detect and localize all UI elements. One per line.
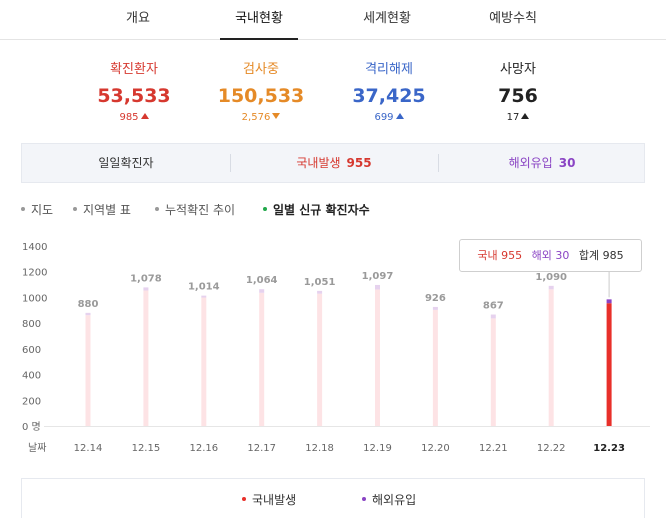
stat-testing-label: 검사중 [243,62,279,77]
arrow-up-icon [140,113,149,119]
bar-domestic [548,289,554,426]
bullet-icon [73,207,77,211]
bar-domestic [432,309,438,426]
bar-overseas [490,314,496,319]
stat-confirmed-value: 53,533 [97,85,171,107]
x-tick-label: 12.23 [593,443,625,454]
arrow-up-icon [521,113,530,119]
daily-overseas: 해외유입 30 [508,156,576,170]
subnav-daily-new[interactable]: 일별 신규 확진자수 [263,202,370,218]
x-tick-label: 12.21 [479,443,508,454]
y-tick-label: 200 [22,396,41,407]
bar-overseas [548,285,554,290]
bar-overseas [143,287,149,291]
legend-dot-icon [242,497,246,501]
tab-overview[interactable]: 개요 [108,0,168,40]
y-tick-label: 1400 [22,242,47,253]
stat-released: 격리해제 37,425 699 [329,62,449,125]
stat-deaths-value: 756 [498,85,538,107]
legend-overseas[interactable]: 해외유입 [362,491,416,508]
bar-value-label: 1,051 [304,277,336,288]
bullet-icon [263,207,267,211]
bar-value-label: 1,090 [535,272,567,283]
bar-domestic [85,315,91,426]
x-tick-label: 12.16 [189,443,218,454]
subnav-map[interactable]: 지도 [21,202,53,218]
x-tick-label: 12.18 [305,443,334,454]
x-tick-label: 12.22 [537,443,566,454]
bullet-icon [155,207,159,211]
y-tick-label: 400 [22,371,41,382]
bar-value-label: 880 [78,299,99,310]
x-tick-label: 12.17 [247,443,276,454]
tooltip-domestic: 국내 955 [477,249,523,262]
stat-deaths-change: 17 [458,111,578,125]
bar-value-label: 1,078 [130,273,162,284]
bar-domestic [201,297,207,426]
bar-domestic [375,289,380,426]
tooltip-overseas: 해외 30 [531,249,570,262]
subnav-cumulative-trend[interactable]: 누적확진 추이 [155,202,235,218]
x-axis-title: 날짜 [28,442,46,454]
bar-value-label: 1,064 [246,275,278,286]
x-tick-label: 12.14 [74,443,103,454]
bar-value-label: 926 [425,293,446,304]
y-tick-label: 0 명 [22,421,41,433]
bar-domestic [606,303,612,426]
x-tick-label: 12.19 [363,443,392,454]
stat-released-change: 699 [329,111,449,125]
bar-overseas [259,289,265,293]
stat-confirmed: 확진환자 53,533 985 [74,62,194,125]
bar-overseas [606,299,612,304]
bar-overseas [85,312,91,316]
legend-domestic[interactable]: 국내발생 [242,491,296,508]
y-tick-label: 1000 [22,293,47,304]
stat-released-value: 37,425 [352,85,426,107]
bar-overseas [432,306,438,310]
stat-testing: 검사중 150,533 2,576 [201,62,321,125]
tab-prevention[interactable]: 예방수칙 [474,0,552,40]
arrow-down-icon [272,113,281,119]
bullet-icon [21,207,25,211]
y-tick-label: 1200 [22,268,47,279]
stat-testing-value: 150,533 [217,85,305,107]
tooltip-total: 합계 985 [578,249,624,262]
top-tab-bar: 개요 국내현황 세계현황 예방수칙 [0,0,666,40]
stat-confirmed-change: 985 [74,111,194,125]
stat-testing-change: 2,576 [201,111,321,125]
daily-domestic: 국내발생 955 [296,156,372,170]
daily-title: 일일확진자 [98,156,154,170]
legend-dot-icon [362,497,366,501]
tab-world[interactable]: 세계현황 [348,0,426,40]
bar-domestic [259,292,265,426]
stat-released-label: 격리해제 [365,62,413,77]
tab-domestic[interactable]: 국내현황 [220,0,298,40]
bar-domestic [317,293,323,426]
chart-legend: 국내발생 해외유입 [21,478,645,518]
bar-domestic [490,318,496,426]
arrow-up-icon [395,113,404,119]
stat-deaths-label: 사망자 [500,62,536,77]
subnav-region-table[interactable]: 지역별 표 [73,202,131,218]
stat-confirmed-label: 확진환자 [110,62,158,77]
daily-confirmed-box: 일일확진자 국내발생 955 해외유입 30 [21,143,645,183]
bar-value-label: 1,014 [188,282,220,293]
y-tick-label: 800 [22,319,41,330]
bar-overseas [375,284,380,290]
bar-value-label: 867 [483,301,504,312]
bar-value-label: 1,097 [362,271,394,282]
bar-overseas [201,295,207,298]
x-tick-label: 12.15 [132,443,161,454]
bar-overseas [317,290,323,294]
chart-tooltip: 국내 955 해외 30 합계 985 [459,239,642,272]
y-tick-label: 600 [22,345,41,356]
x-tick-label: 12.20 [421,443,450,454]
bar-domestic [143,290,149,426]
stat-deaths: 사망자 756 17 [458,62,578,125]
